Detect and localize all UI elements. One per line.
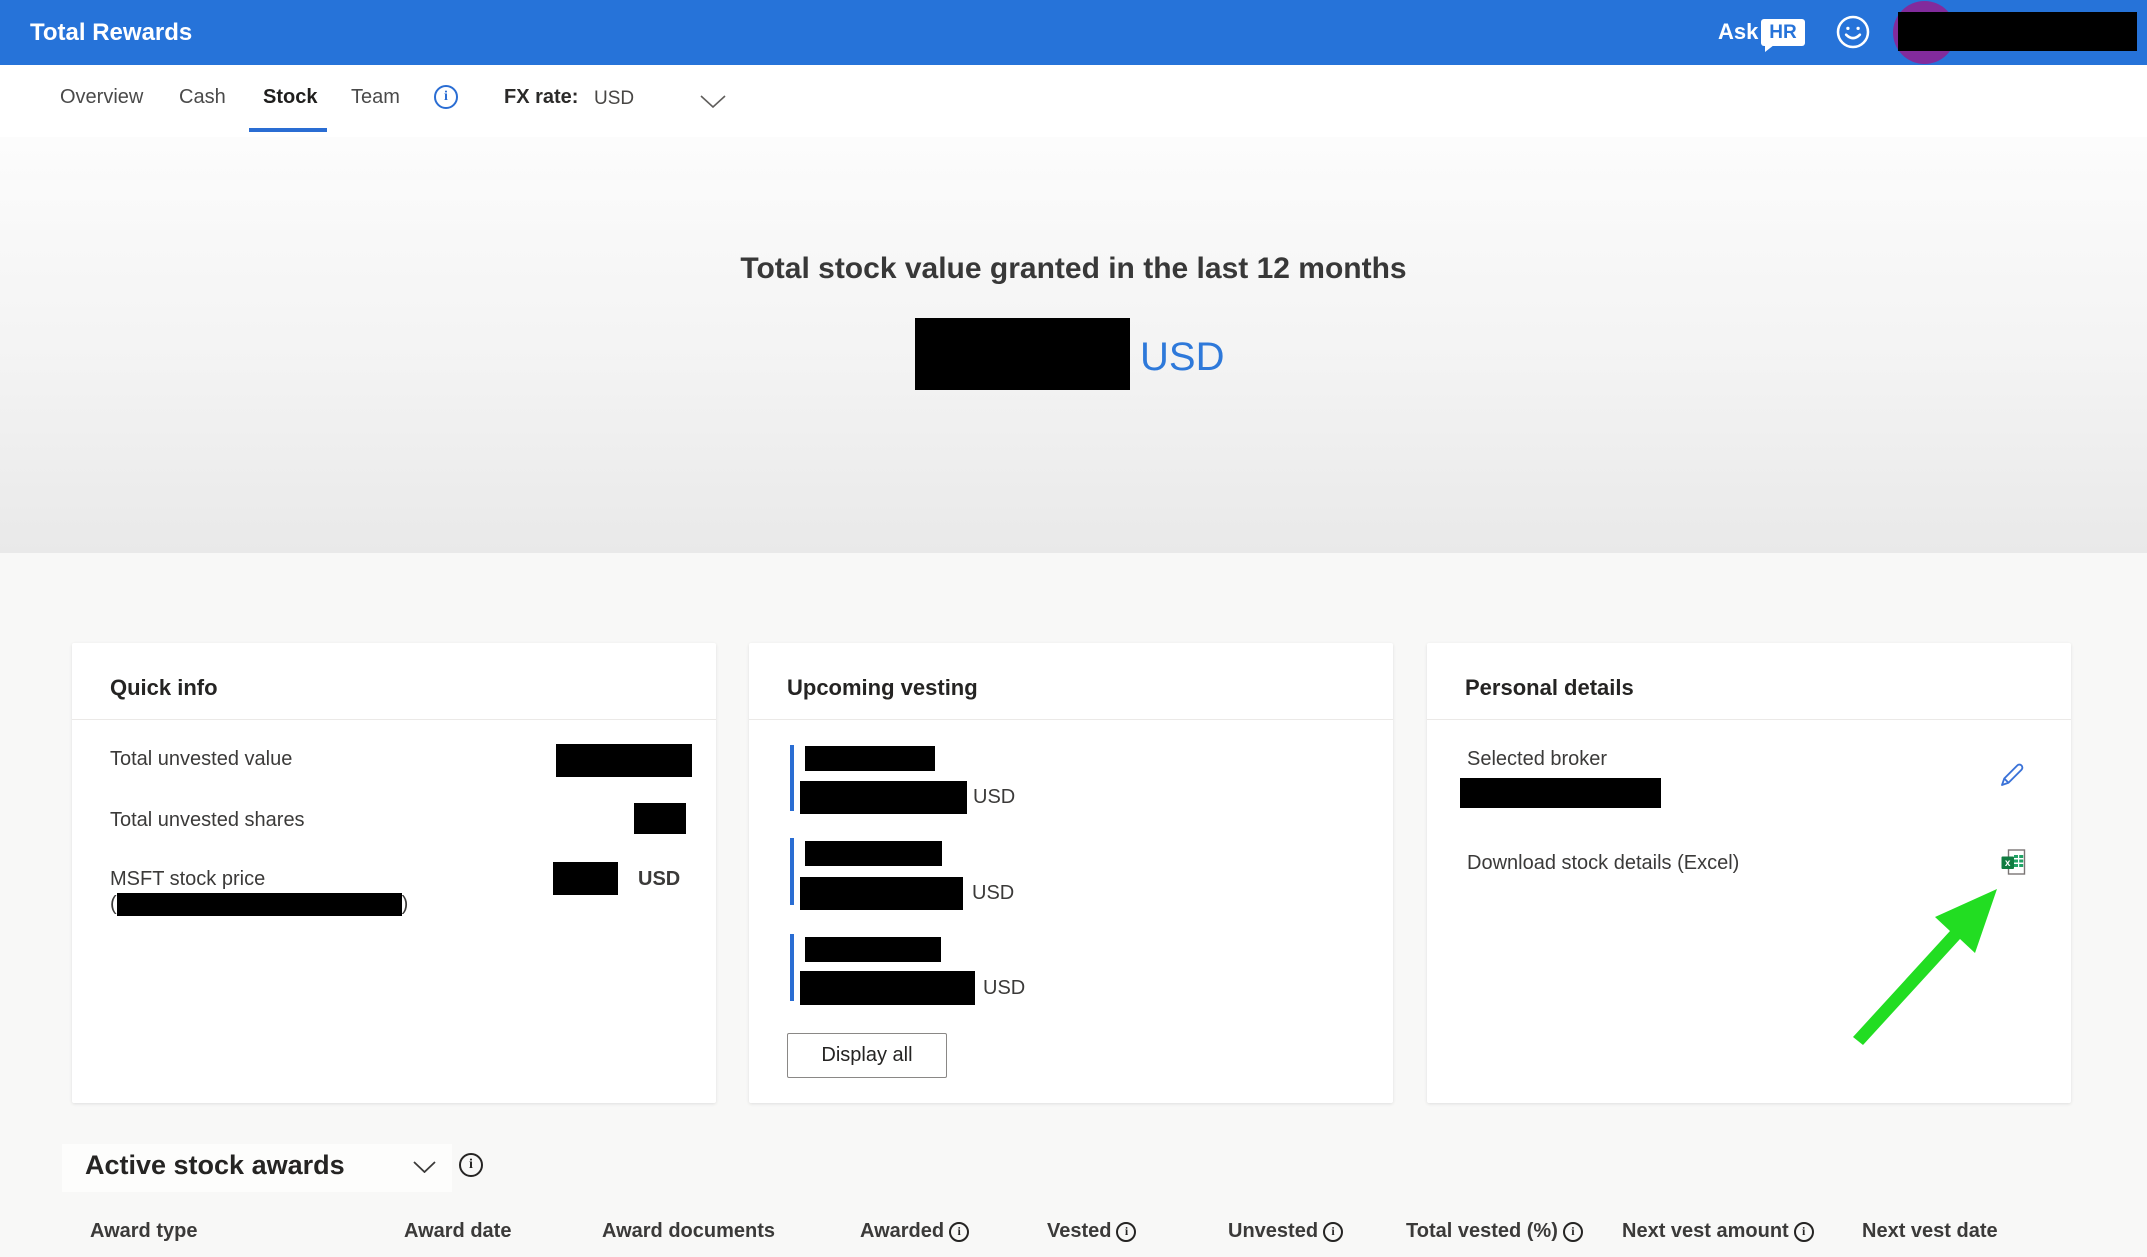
column-label: Award type xyxy=(90,1220,197,1243)
redacted-vest-amount xyxy=(800,877,963,910)
column-label: Unvested xyxy=(1228,1220,1318,1243)
column-header-award-type: Award type xyxy=(90,1220,197,1243)
redacted-price-asof xyxy=(117,893,402,916)
column-label: Vested xyxy=(1047,1220,1111,1243)
vesting-accent-bar xyxy=(790,838,794,905)
paren-close: ) xyxy=(402,892,409,917)
excel-download-icon[interactable]: x xyxy=(2001,849,2026,876)
quick-info-card: Quick info Total unvested value Total un… xyxy=(72,643,716,1103)
hero-title: Total stock value granted in the last 12… xyxy=(0,252,2147,286)
msft-stock-price-label: MSFT stock price xyxy=(110,867,265,892)
active-stock-awards-title: Active stock awards xyxy=(85,1150,345,1181)
next-vest-amount-info-icon[interactable]: i xyxy=(1794,1222,1814,1242)
ask-hr-button[interactable]: HR xyxy=(1761,19,1805,46)
selected-broker-label: Selected broker xyxy=(1467,747,1607,772)
fx-rate-select-value[interactable]: USD xyxy=(594,88,634,110)
feedback-smiley-icon[interactable] xyxy=(1835,14,1871,50)
column-header-vested: Vested i xyxy=(1047,1220,1136,1243)
personal-details-card: Personal details Selected broker Downloa… xyxy=(1427,643,2071,1103)
vesting-accent-bar xyxy=(790,934,794,1001)
column-header-award-documents: Award documents xyxy=(602,1220,775,1243)
hr-badge-label: HR xyxy=(1769,22,1796,44)
upcoming-vesting-title: Upcoming vesting xyxy=(787,675,978,701)
tab-overview[interactable]: Overview xyxy=(60,86,143,109)
fx-rate-chevron-down-icon[interactable] xyxy=(700,95,726,108)
vested-info-icon[interactable]: i xyxy=(1116,1222,1136,1242)
display-all-button[interactable]: Display all xyxy=(787,1033,947,1078)
svg-text:x: x xyxy=(2005,858,2011,869)
redacted-total-stock-value xyxy=(915,318,1130,390)
tab-team[interactable]: Team xyxy=(351,86,400,109)
tab-cash[interactable]: Cash xyxy=(179,86,226,109)
redacted-vest-amount xyxy=(800,971,975,1005)
tab-stock[interactable]: Stock xyxy=(263,86,317,109)
column-header-unvested: Unvested i xyxy=(1228,1220,1343,1243)
awards-info-icon[interactable]: i xyxy=(459,1153,483,1177)
card-divider xyxy=(749,719,1393,720)
column-label: Total vested (%) xyxy=(1406,1220,1558,1243)
column-label: Awarded xyxy=(860,1220,944,1243)
column-header-total-vested: Total vested (%) i xyxy=(1406,1220,1583,1243)
total-unvested-value-label: Total unvested value xyxy=(110,747,292,772)
redacted-unvested-shares xyxy=(634,803,686,834)
personal-details-title: Personal details xyxy=(1465,675,1634,701)
total-rewards-page: Total Rewards Ask HR Overview Cash Stock… xyxy=(0,0,2147,1257)
quick-info-title: Quick info xyxy=(110,675,218,701)
total-unvested-shares-label: Total unvested shares xyxy=(110,808,305,833)
redacted-vest-date xyxy=(805,937,941,962)
vest-currency: USD xyxy=(983,977,1025,1000)
tabs-info-icon[interactable]: i xyxy=(434,85,458,109)
column-label: Award documents xyxy=(602,1220,775,1243)
column-header-award-date: Award date xyxy=(404,1220,511,1243)
card-divider xyxy=(1427,719,2071,720)
column-label: Next vest date xyxy=(1862,1220,1998,1243)
unvested-info-icon[interactable]: i xyxy=(1323,1222,1343,1242)
ask-hr-label: Ask xyxy=(1718,0,1758,64)
total-vested-info-icon[interactable]: i xyxy=(1563,1222,1583,1242)
download-stock-details-link[interactable]: Download stock details (Excel) xyxy=(1467,851,1739,876)
redacted-unvested-value xyxy=(556,744,692,777)
awards-expander-chevron-down-icon[interactable] xyxy=(413,1161,436,1173)
vest-currency: USD xyxy=(972,882,1014,905)
column-header-next-vest-amount: Next vest amount i xyxy=(1622,1220,1814,1243)
active-tab-underline xyxy=(249,128,327,132)
vest-currency: USD xyxy=(973,786,1015,809)
vesting-accent-bar xyxy=(790,745,794,811)
hero-currency-label: USD xyxy=(1140,335,1224,380)
paren-open: ( xyxy=(110,892,117,917)
app-title: Total Rewards xyxy=(30,0,192,65)
redacted-vest-date xyxy=(805,841,942,866)
redacted-stock-price xyxy=(553,862,618,895)
redacted-user-name xyxy=(1898,12,2137,51)
redacted-vest-date xyxy=(805,746,935,771)
card-divider xyxy=(72,719,716,720)
hero-banner: Total stock value granted in the last 12… xyxy=(0,137,2147,553)
stock-price-currency: USD xyxy=(638,867,680,892)
stock-price-asof-row: ( ) xyxy=(110,892,408,917)
column-header-awarded: Awarded i xyxy=(860,1220,969,1243)
app-header-bar: Total Rewards Ask HR xyxy=(0,0,2147,65)
redacted-vest-amount xyxy=(800,781,967,814)
column-label: Award date xyxy=(404,1220,511,1243)
fx-rate-label: FX rate: xyxy=(504,86,578,109)
awarded-info-icon[interactable]: i xyxy=(949,1222,969,1242)
redacted-broker-name xyxy=(1460,778,1661,808)
column-header-next-vest-date: Next vest date xyxy=(1862,1220,1998,1243)
upcoming-vesting-card: Upcoming vesting USD USD USD Display all xyxy=(749,643,1393,1103)
column-label: Next vest amount xyxy=(1622,1220,1789,1243)
edit-broker-pencil-icon[interactable] xyxy=(1997,760,2027,790)
